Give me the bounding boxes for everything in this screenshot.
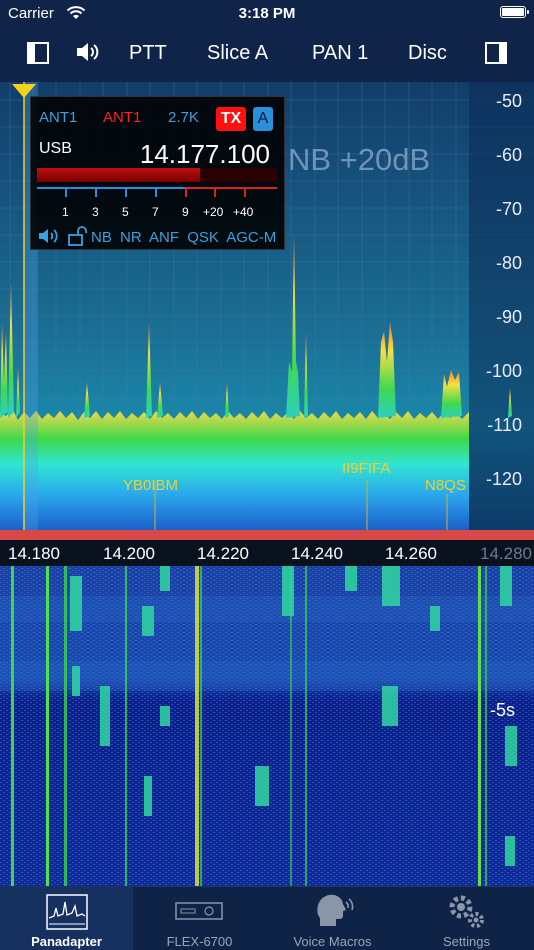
db-label: -90	[495, 307, 522, 327]
freq-label: 14.280	[480, 544, 532, 563]
tab-bar: Panadapter FLEX-6700 Voice Macros Settin…	[0, 886, 534, 950]
s-meter-tick	[95, 187, 97, 197]
s-meter-label: +20	[203, 205, 224, 219]
s-meter-tick	[185, 187, 187, 197]
s-meter-label: 5	[122, 205, 129, 219]
tab-flex-6700[interactable]: FLEX-6700	[133, 887, 266, 950]
s-meter-fill	[37, 168, 200, 182]
s-meter-label: 7	[152, 205, 159, 219]
ptt-button[interactable]: PTT	[129, 42, 167, 65]
s-meter-label: 9	[182, 205, 189, 219]
spot-label[interactable]: YB0IBM	[123, 477, 178, 494]
qsk-toggle[interactable]: QSK	[187, 229, 219, 246]
dsp-options: NB NR ANF QSK AGC-M	[91, 229, 280, 246]
right-panel-toggle-icon[interactable]	[485, 42, 507, 64]
spot-label[interactable]: II9FIFA	[342, 460, 390, 477]
status-bar: Carrier 3:18 PM	[0, 0, 534, 28]
tab-voice-macros[interactable]: Voice Macros	[266, 887, 399, 950]
s-meter-label: 1	[62, 205, 69, 219]
waterfall[interactable]: -5s	[0, 566, 534, 886]
s-meter-tick	[155, 187, 157, 197]
s-meter-scale-over	[185, 187, 277, 189]
app-screen: Carrier 3:18 PM PTT Slice A PAN 1 Disc -…	[0, 0, 534, 950]
speaking-head-icon	[314, 892, 354, 935]
freq-label: 14.240	[291, 544, 343, 563]
db-label: -80	[495, 253, 522, 273]
db-label: -110	[487, 415, 522, 435]
freq-label: 14.220	[197, 544, 249, 563]
tab-label: Panadapter	[31, 934, 102, 949]
freq-label: 14.260	[385, 544, 437, 563]
waterfall-time-label: -5s	[490, 700, 516, 720]
db-label: -50	[495, 91, 522, 111]
battery-icon	[500, 6, 529, 18]
freq-label: 14.200	[103, 544, 155, 563]
slice-letter-badge[interactable]: A	[253, 107, 273, 131]
speaker-icon[interactable]	[75, 40, 101, 70]
s-meter-tick	[214, 187, 216, 197]
filter-bandwidth-button[interactable]: 2.7K	[168, 109, 199, 126]
s-meter-tick	[244, 187, 246, 197]
gears-icon	[446, 893, 486, 934]
db-label: -100	[485, 361, 522, 381]
speaker-icon[interactable]	[37, 226, 63, 251]
panadapter-icon	[46, 894, 88, 935]
s-meter-label: 3	[92, 205, 99, 219]
toolbar: PTT Slice A PAN 1 Disc	[0, 28, 534, 82]
tab-label: Voice Macros	[293, 934, 372, 949]
anf-toggle[interactable]: ANF	[149, 229, 179, 246]
noise-blanker-overlay: NB +20dB	[288, 142, 431, 177]
s-meter-label: +40	[233, 205, 254, 219]
tab-label: Settings	[443, 934, 490, 949]
nr-toggle[interactable]: NR	[120, 229, 142, 246]
db-label: -60	[495, 145, 522, 165]
left-panel-toggle-icon[interactable]	[27, 42, 49, 64]
pan-button[interactable]: PAN 1	[312, 42, 368, 65]
mode-button[interactable]: USB	[39, 140, 72, 158]
agc-toggle[interactable]: AGC-M	[226, 229, 276, 246]
frequency-display[interactable]: 14.177.100	[140, 139, 270, 170]
spot-label[interactable]: N8QS	[425, 477, 466, 494]
slice-info-panel[interactable]: ANT1 ANT1 2.7K TX A USB 14.177.100 1 3 5…	[30, 96, 285, 250]
disconnect-button[interactable]: Disc	[408, 42, 447, 65]
db-label: -70	[495, 199, 522, 219]
tab-label: FLEX-6700	[166, 934, 233, 949]
unlock-icon[interactable]	[67, 225, 89, 252]
tab-settings[interactable]: Settings	[400, 887, 533, 950]
nb-toggle[interactable]: NB	[91, 229, 112, 246]
tab-panadapter[interactable]: Panadapter	[0, 887, 133, 950]
slice-button[interactable]: Slice A	[207, 42, 268, 65]
db-label: -120	[485, 469, 522, 489]
freq-label: 14.180	[8, 544, 60, 563]
s-meter-tick	[125, 187, 127, 197]
radio-device-icon	[175, 901, 223, 926]
clock: 3:18 PM	[238, 5, 296, 22]
frequency-axis[interactable]: 14.180 14.200 14.220 14.240 14.260 14.28…	[0, 540, 534, 566]
rx-antenna-button[interactable]: ANT1	[39, 109, 77, 126]
tx-antenna-button[interactable]: ANT1	[103, 109, 141, 126]
s-meter-tick	[65, 187, 67, 197]
tx-button[interactable]: TX	[216, 107, 246, 131]
